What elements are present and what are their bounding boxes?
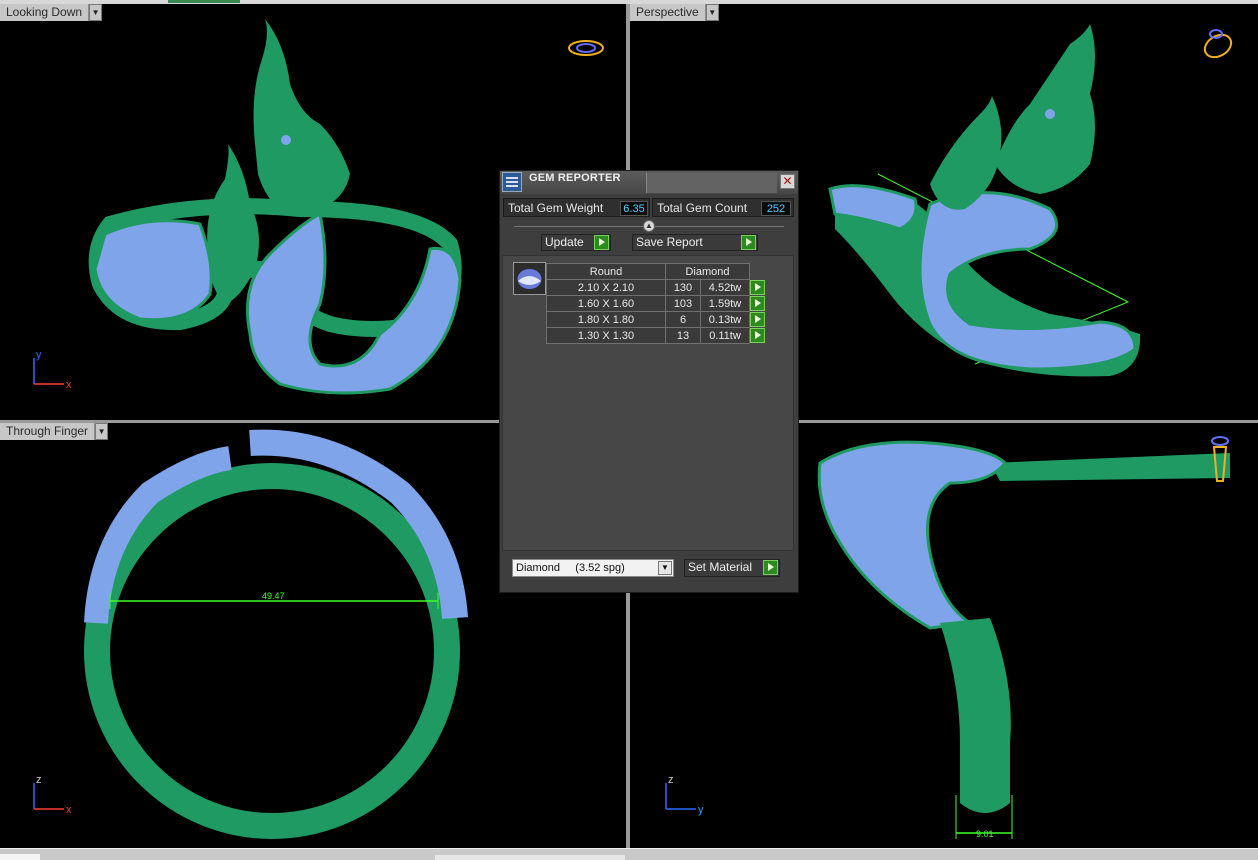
column-header-material: Diamond <box>665 263 750 280</box>
gem-reporter-window: GEM REPORTER ✕ Total Gem Weight 6.35 Tot… <box>499 170 799 593</box>
dropdown-arrow-icon[interactable]: ▼ <box>658 561 672 575</box>
total-gem-count-value: 252 <box>761 201 791 216</box>
play-arrow-icon[interactable] <box>750 295 765 311</box>
gem-weight-cell: 1.59tw <box>700 295 750 312</box>
status-bar <box>0 848 1258 860</box>
play-arrow-icon[interactable] <box>750 279 765 295</box>
axis-label-vertical: y <box>36 349 42 361</box>
table-row[interactable]: 1.80 X 1.80 6 0.13tw <box>546 311 766 328</box>
play-arrow-icon[interactable] <box>741 235 756 250</box>
total-gem-count-label: Total Gem Count <box>657 201 748 215</box>
play-arrow-icon[interactable] <box>594 235 609 250</box>
axis-label-vertical: z <box>668 774 674 786</box>
dimension-label-width: 9.01 <box>976 829 994 839</box>
viewport-label-text: Looking Down <box>0 4 90 21</box>
gem-count-cell: 13 <box>665 327 701 344</box>
toolbar-active-tab[interactable] <box>168 0 240 3</box>
gem-thumbnail[interactable] <box>513 262 546 295</box>
set-material-button[interactable]: Set Material <box>684 559 780 577</box>
play-arrow-icon[interactable] <box>750 327 765 343</box>
save-report-button-label: Save Report <box>636 235 703 249</box>
dropdown-arrow-icon[interactable]: ▼ <box>89 4 103 21</box>
set-material-button-label: Set Material <box>688 560 753 574</box>
column-header-shape: Round <box>546 263 666 280</box>
ring-orientation-icon[interactable] <box>1198 24 1238 64</box>
round-gem-icon <box>517 269 542 289</box>
status-bar-segment <box>0 854 40 860</box>
table-row[interactable]: 1.30 X 1.30 13 0.11tw <box>546 327 766 344</box>
table-header-row: Round Diamond <box>546 263 766 280</box>
axis-label-horizontal: x <box>66 804 72 816</box>
axis-label-vertical: z <box>36 774 42 786</box>
gem-count-cell: 103 <box>665 295 701 312</box>
viewport-label-looking-down[interactable]: Looking Down ▼ <box>0 4 103 21</box>
dimension-label-diameter: 49.47 <box>262 591 285 601</box>
total-gem-weight-value: 6.35 <box>620 201 648 216</box>
axis-triad-icon: z y <box>665 774 704 816</box>
gem-list-panel: Round Diamond 2.10 X 2.10 130 4.52tw 1.6… <box>502 255 794 551</box>
gem-table: Round Diamond 2.10 X 2.10 130 4.52tw 1.6… <box>546 263 766 344</box>
dropdown-arrow-icon[interactable]: ▼ <box>95 423 109 440</box>
play-arrow-icon[interactable] <box>763 560 778 575</box>
dropdown-arrow-icon[interactable]: ▼ <box>705 4 719 21</box>
gem-count-cell: 130 <box>665 279 701 296</box>
update-button[interactable]: Update <box>541 234 611 251</box>
gem-size-cell: 1.30 X 1.30 <box>546 327 666 344</box>
table-row[interactable]: 1.60 X 1.60 103 1.59tw <box>546 295 766 312</box>
viewport-label-text: Perspective <box>630 4 706 21</box>
collapse-toggle-icon[interactable]: ▲ <box>643 220 655 232</box>
gem-weight-cell: 4.52tw <box>700 279 750 296</box>
axis-label-horizontal: y <box>698 804 704 816</box>
axis-triad-icon: y x <box>33 349 72 391</box>
total-gem-weight-box: Total Gem Weight 6.35 <box>503 198 650 217</box>
viewport-label-perspective[interactable]: Perspective ▼ <box>630 4 719 21</box>
ring-orientation-icon[interactable] <box>1206 433 1234 489</box>
total-gem-count-box: Total Gem Count 252 <box>652 198 794 217</box>
gem-count-cell: 6 <box>665 311 701 328</box>
viewport-label-through-finger[interactable]: Through Finger ▼ <box>0 423 109 440</box>
close-icon[interactable]: ✕ <box>780 174 795 189</box>
gem-weight-cell: 0.11tw <box>700 327 750 344</box>
axis-triad-icon: z x <box>33 774 72 816</box>
ring-orientation-icon[interactable] <box>566 36 606 60</box>
gem-reporter-icon <box>502 172 522 192</box>
save-report-button[interactable]: Save Report <box>632 234 758 251</box>
status-bar-segment <box>435 855 625 860</box>
material-select[interactable]: Diamond (3.52 spg) ▼ <box>512 559 674 577</box>
viewport-label-text: Through Finger <box>0 423 96 440</box>
window-title: GEM REPORTER <box>529 172 621 184</box>
play-arrow-icon[interactable] <box>750 311 765 327</box>
titlebar-tab <box>646 173 777 193</box>
gem-weight-cell: 0.13tw <box>700 311 750 328</box>
material-select-value: Diamond (3.52 spg) <box>516 562 625 574</box>
axis-label-horizontal: x <box>66 379 72 391</box>
update-button-label: Update <box>545 235 584 249</box>
gem-size-cell: 2.10 X 2.10 <box>546 279 666 296</box>
total-gem-weight-label: Total Gem Weight <box>508 201 604 215</box>
table-row[interactable]: 2.10 X 2.10 130 4.52tw <box>546 279 766 296</box>
gem-size-cell: 1.80 X 1.80 <box>546 311 666 328</box>
gem-reporter-titlebar[interactable]: GEM REPORTER ✕ <box>500 171 798 194</box>
gem-size-cell: 1.60 X 1.60 <box>546 295 666 312</box>
